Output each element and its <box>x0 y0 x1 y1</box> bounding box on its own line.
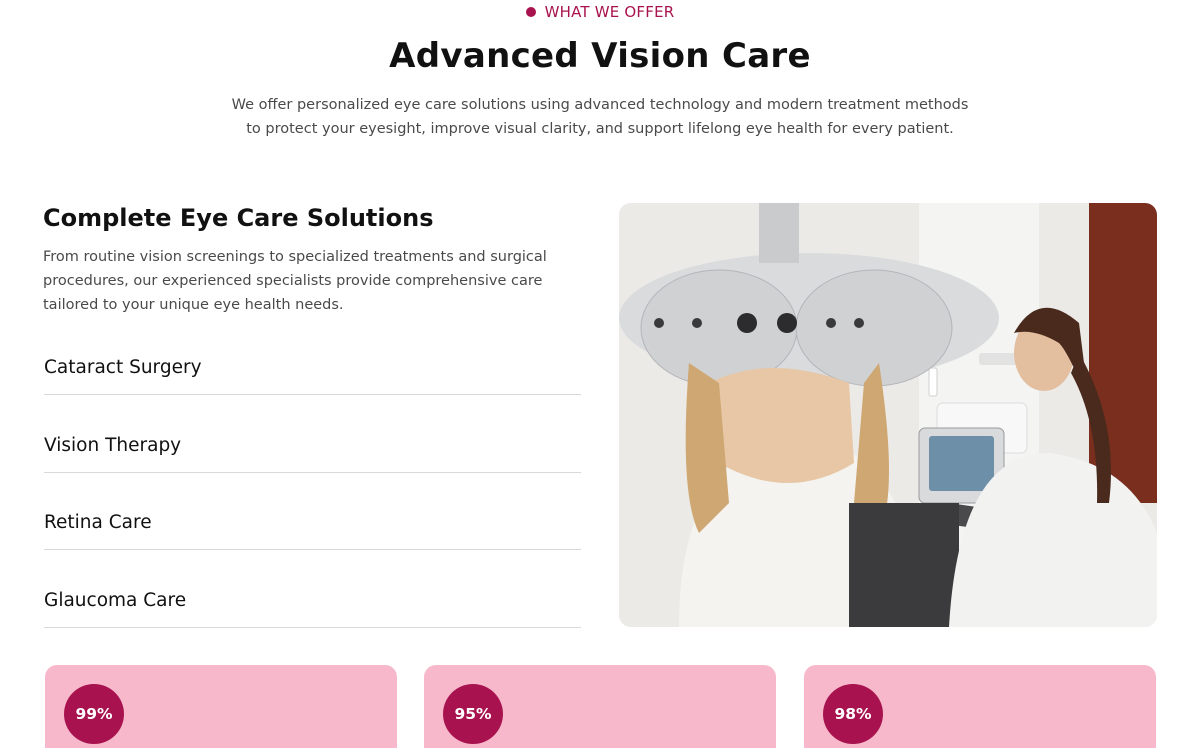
service-item-cataract-surgery[interactable]: Cataract Surgery <box>44 340 581 395</box>
stat-card: 98% <box>804 665 1156 748</box>
stat-card: 95% <box>424 665 776 748</box>
eye-exam-photo <box>619 203 1157 627</box>
solutions-title: Complete Eye Care Solutions <box>43 204 434 232</box>
service-item-label: Vision Therapy <box>44 434 182 456</box>
service-item-vision-therapy[interactable]: Vision Therapy <box>44 395 581 473</box>
stat-badge: 95% <box>443 684 503 744</box>
service-item-glaucoma-care[interactable]: Glaucoma Care <box>44 550 581 628</box>
service-item-label: Cataract Surgery <box>44 357 202 378</box>
eyebrow-label: WHAT WE OFFER <box>544 3 675 21</box>
solutions-description: From routine vision screenings to specia… <box>43 249 547 313</box>
stat-badge: 98% <box>823 684 883 744</box>
stat-card: 99% <box>45 665 397 748</box>
eyebrow-dot-icon <box>525 7 536 17</box>
service-item-retina-care[interactable]: Retina Care <box>44 473 581 551</box>
service-item-label: Retina Care <box>44 512 152 534</box>
section-eyebrow: WHAT WE OFFER <box>0 3 1200 21</box>
services-accordion: Cataract Surgery Vision Therapy Retina C… <box>44 340 581 628</box>
service-item-label: Glaucoma Care <box>44 589 187 611</box>
stat-badge: 99% <box>64 684 124 744</box>
page-title: Advanced Vision Care <box>389 36 811 76</box>
intro-text: We offer personalized eye care solutions… <box>231 97 969 137</box>
